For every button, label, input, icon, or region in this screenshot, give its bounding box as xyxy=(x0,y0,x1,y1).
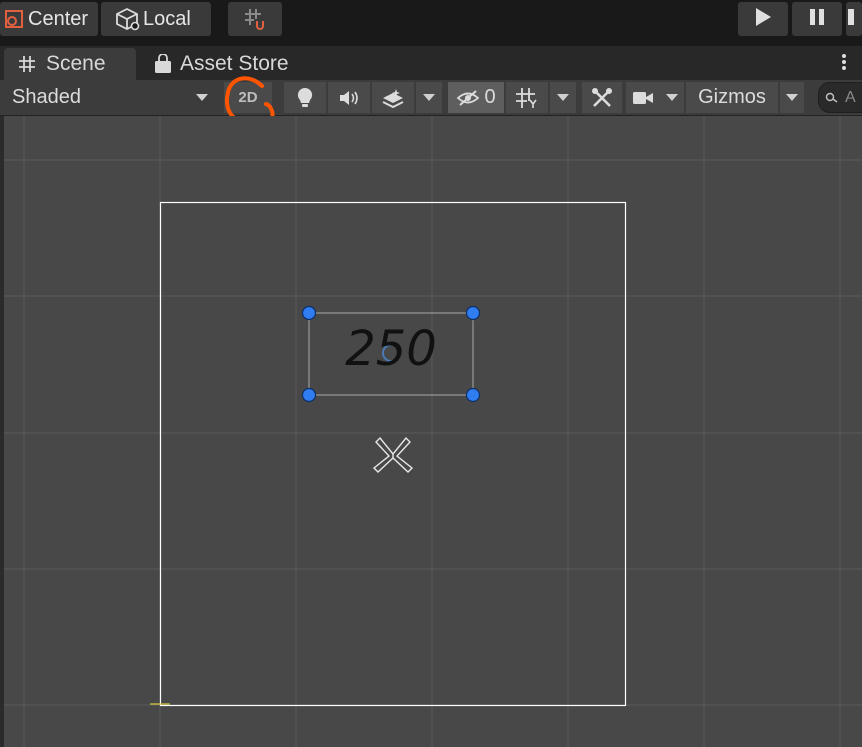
gizmos-label: Gizmos xyxy=(698,86,766,108)
gizmos-toggle[interactable]: Gizmos xyxy=(686,82,778,113)
chevron-down-icon xyxy=(666,94,678,101)
search-icon xyxy=(825,92,839,104)
rotation-mode-label: Local xyxy=(143,7,191,30)
scene-grid xyxy=(0,116,862,747)
effects-toggle[interactable] xyxy=(372,82,414,113)
eye-slash-icon xyxy=(456,89,480,107)
pause-button[interactable] xyxy=(792,2,842,36)
tools-icon xyxy=(591,87,613,109)
draw-mode-value: Shaded xyxy=(12,86,81,108)
audio-toggle[interactable] xyxy=(328,82,370,113)
speaker-icon xyxy=(338,89,360,107)
shopping-bag-icon xyxy=(154,54,172,74)
lighting-toggle[interactable] xyxy=(284,82,326,113)
grid-icon xyxy=(515,87,539,109)
tab-asset-store-label: Asset Store xyxy=(180,52,289,75)
tab-menu-kebab-icon[interactable] xyxy=(842,52,848,72)
grid-snap-button[interactable] xyxy=(228,2,282,36)
2d-mode-toggle[interactable]: 2D xyxy=(224,82,272,113)
scene-visibility-toggle[interactable]: 0 xyxy=(448,82,504,113)
play-icon xyxy=(754,7,772,32)
draw-mode-dropdown[interactable]: Shaded xyxy=(4,82,216,113)
tab-scene[interactable]: Scene xyxy=(4,48,136,80)
2d-mode-label: 2D xyxy=(238,89,258,106)
chevron-down-icon xyxy=(557,94,569,101)
tab-scene-label: Scene xyxy=(46,52,106,75)
chevron-down-icon xyxy=(196,94,208,101)
effects-dropdown[interactable] xyxy=(416,82,442,113)
playmode-controls xyxy=(738,2,862,36)
cube-local-icon xyxy=(115,7,141,31)
handle-bottom-left xyxy=(301,387,317,403)
scene-canvas xyxy=(0,116,862,747)
editor-tab-bar: Scene Asset Store xyxy=(0,46,862,80)
component-tools-toggle[interactable] xyxy=(582,82,622,113)
scene-left-border xyxy=(0,116,4,747)
pivot-mode-label: Center xyxy=(28,7,89,30)
chevron-down-icon xyxy=(786,94,798,101)
chevron-down-icon xyxy=(423,94,435,101)
play-button[interactable] xyxy=(738,2,788,36)
scene-viewport[interactable]: 250 xyxy=(0,116,862,747)
grid-toggle[interactable] xyxy=(506,82,548,113)
pivot-center-icon xyxy=(4,9,24,29)
pause-icon xyxy=(809,8,825,31)
camera-dropdown[interactable] xyxy=(660,82,684,113)
gizmos-dropdown[interactable] xyxy=(780,82,804,113)
rotation-mode-button[interactable]: Local xyxy=(101,2,211,36)
camera-settings-button[interactable] xyxy=(626,82,660,113)
handle-top-right xyxy=(465,305,481,321)
tab-asset-store[interactable]: Asset Store xyxy=(150,48,320,80)
main-toolbar: Center Local xyxy=(0,0,862,46)
directional-light-icon xyxy=(372,436,414,473)
grid-hash-icon xyxy=(18,55,36,73)
grid-dropdown[interactable] xyxy=(550,82,576,113)
search-field[interactable]: A xyxy=(818,82,862,113)
search-placeholder: A xyxy=(845,88,856,106)
text-object-value[interactable]: 250 xyxy=(309,319,473,379)
layers-effects-icon xyxy=(382,88,404,108)
hidden-object-count: 0 xyxy=(484,86,496,108)
step-icon xyxy=(848,8,858,31)
lightbulb-icon xyxy=(296,87,314,109)
handle-top-left xyxy=(301,305,317,321)
grid-snap-icon xyxy=(242,7,268,31)
handle-bottom-right xyxy=(465,387,481,403)
pivot-mode-button[interactable]: Center xyxy=(0,2,98,36)
camera-icon xyxy=(632,90,654,106)
step-button[interactable] xyxy=(846,2,862,36)
scene-view-toolbar: Shaded 2D 0 Gizmos A xyxy=(0,80,862,116)
